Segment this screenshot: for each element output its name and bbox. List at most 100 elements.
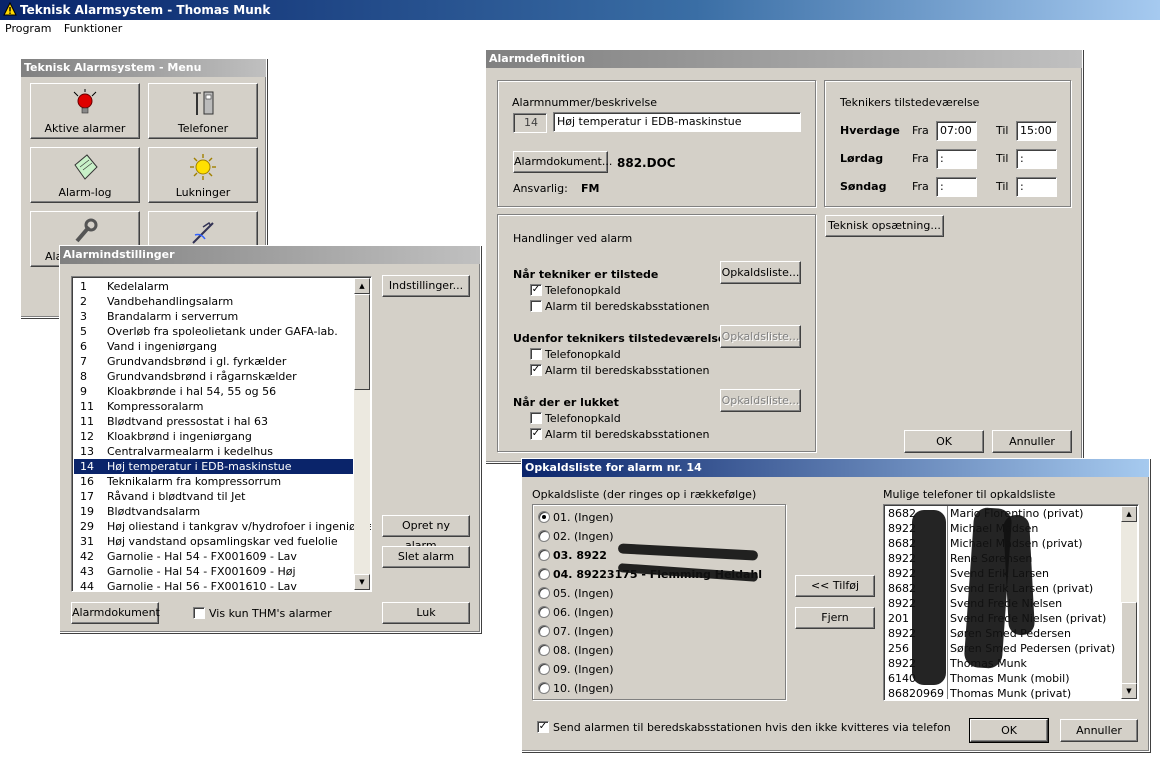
alarm-name: Garnolie - Hal 54 - FX001609 - Høj <box>107 565 296 578</box>
alarm-name: Høj temperatur i EDB-maskinstue <box>107 460 292 473</box>
phones-scrollbar[interactable]: ▲ ▼ <box>1121 506 1137 699</box>
station-alarm-checkbox[interactable] <box>530 300 542 312</box>
call-slot-radio[interactable] <box>538 663 550 675</box>
alarm-list-item[interactable]: 44 Garnolie - Hal 56 - FX001610 - Lav <box>74 579 353 592</box>
call-slot-radio[interactable] <box>538 587 550 599</box>
call-slot-radio[interactable] <box>538 549 550 561</box>
alarm-name: Garnolie - Hal 56 - FX001610 - Lav <box>107 580 297 592</box>
closures-label: Lukninger <box>175 186 231 199</box>
alarm-description-field[interactable]: Høj temperatur i EDB-maskinstue <box>553 112 801 132</box>
definition-ok-button[interactable]: OK <box>904 430 984 453</box>
phone-call-checkbox[interactable] <box>530 412 542 424</box>
call-slot-label: 10. (Ingen) <box>553 682 614 695</box>
scroll-up-icon[interactable]: ▲ <box>354 278 370 294</box>
call-slot-radio[interactable] <box>538 606 550 618</box>
call-list-button[interactable]: Opkaldsliste... <box>720 261 801 284</box>
alarm-list-item[interactable]: 19 Blødtvandsalarm <box>74 504 353 519</box>
alarm-list-item[interactable]: 9 Kloakbrønde i hal 54, 55 og 56 <box>74 384 353 399</box>
alarm-list-item[interactable]: 12 Kloakbrønd i ingeniørgang <box>74 429 353 444</box>
document-filename: 882.DOC <box>617 156 676 170</box>
alarm-document-button[interactable]: Alarmdokument <box>71 602 160 624</box>
alarm-list[interactable]: 1 Kedelalarm 2 Vandbehandlingsalarm 3 Brandal… <box>71 276 372 592</box>
possible-phones-label: Mulige telefoner til opkaldsliste <box>883 488 1056 501</box>
phone-number: 86820969 <box>888 687 944 700</box>
call-list-button[interactable]: Opkaldsliste... <box>720 325 801 348</box>
add-phone-button[interactable]: << Tilføj <box>795 575 875 597</box>
delete-alarm-button[interactable]: Slet alarm <box>382 546 470 568</box>
alarm-list-item[interactable]: 6 Vand i ingeniørgang <box>74 339 353 354</box>
alarm-list-item[interactable]: 14 Høj temperatur i EDB-maskinstue <box>74 459 353 474</box>
from-time-field[interactable]: 07:00 <box>936 121 977 141</box>
close-button[interactable]: Luk <box>382 602 470 624</box>
alarm-list-item[interactable]: 5 Overløb fra spoleolietank under GAFA-la… <box>74 324 353 339</box>
alarm-list-item[interactable]: 11 Blødtvand pressostat i hal 63 <box>74 414 353 429</box>
alarm-list-item[interactable]: 11 Kompressoralarm <box>74 399 353 414</box>
alarm-number: 17 <box>80 490 94 503</box>
alarm-number: 7 <box>80 355 87 368</box>
scroll-down-icon[interactable]: ▼ <box>1121 683 1137 699</box>
alarm-log-button[interactable]: Alarm-log <box>30 147 140 203</box>
alarm-list-item[interactable]: 29 Høj oliestand i tankgrav v/hydrofoer i… <box>74 519 371 534</box>
call-list-ok-button[interactable]: OK <box>969 718 1049 743</box>
call-slot-radio[interactable] <box>538 530 550 542</box>
alarm-list-item[interactable]: 1 Kedelalarm <box>74 279 353 294</box>
app-title: Teknisk Alarmsystem - Thomas Munk <box>20 3 271 17</box>
call-list-cancel-button[interactable]: Annuller <box>1060 719 1138 742</box>
alarm-number: 13 <box>80 445 94 458</box>
menu-funktioner[interactable]: Funktioner <box>64 22 122 35</box>
remove-phone-button[interactable]: Fjern <box>795 607 875 629</box>
to-time-field[interactable]: : <box>1016 149 1057 169</box>
scroll-down-icon[interactable]: ▼ <box>354 574 370 590</box>
redacted-scribble <box>617 543 759 561</box>
tools-icon <box>192 221 214 244</box>
to-time-field[interactable]: : <box>1016 177 1057 197</box>
scroll-thumb[interactable] <box>354 294 370 390</box>
alarm-list-item[interactable]: 43 Garnolie - Hal 54 - FX001609 - Høj <box>74 564 353 579</box>
station-alarm-checkbox[interactable]: ✓ <box>530 364 542 376</box>
alarm-list-item[interactable]: 16 Teknikalarm fra kompressorrum <box>74 474 353 489</box>
call-slot-radio[interactable] <box>538 682 550 694</box>
technical-setup-button[interactable]: Teknisk opsætning... <box>825 215 944 237</box>
scroll-thumb[interactable] <box>1121 602 1137 684</box>
phones-button[interactable]: Telefoner <box>148 83 258 139</box>
call-slot-radio[interactable] <box>538 568 550 580</box>
alarm-list-item[interactable]: 13 Centralvarmealarm i kedelhus <box>74 444 353 459</box>
filter-checkbox[interactable] <box>193 607 205 619</box>
alarm-list-item[interactable]: 17 Råvand i blødtvand til Jet <box>74 489 353 504</box>
alarm-list-item[interactable]: 3 Brandalarm i serverrum <box>74 309 353 324</box>
call-slot-radio[interactable] <box>538 511 550 523</box>
alarm-document-button[interactable]: Alarmdokument... <box>513 151 612 173</box>
send-to-station-checkbox[interactable]: ✓ <box>537 721 549 733</box>
alarm-settings-detail-button[interactable]: Indstillinger... <box>382 275 470 297</box>
to-time-field[interactable]: 15:00 <box>1016 121 1057 141</box>
from-time-field[interactable]: : <box>936 149 977 169</box>
station-alarm-label: Alarm til beredskabsstationen <box>545 428 710 441</box>
alarm-list-item[interactable]: 42 Garnolie - Hal 54 - FX001609 - Lav <box>74 549 353 564</box>
definition-cancel-button[interactable]: Annuller <box>992 430 1072 453</box>
alarm-list-item[interactable]: 31 Høj vandstand opsamlingskar ved fuelol… <box>74 534 353 549</box>
scroll-up-icon[interactable]: ▲ <box>1121 506 1137 522</box>
station-alarm-checkbox[interactable]: ✓ <box>530 428 542 440</box>
from-label: Fra <box>912 180 929 193</box>
alarm-list-item[interactable]: 8 Grundvandsbrønd i rågarnskælder <box>74 369 353 384</box>
alarm-list-item[interactable]: 7 Grundvandsbrønd i gl. fyrkælder <box>74 354 353 369</box>
alarm-list-item[interactable]: 2 Vandbehandlingsalarm <box>74 294 353 309</box>
from-time-field[interactable]: : <box>936 177 977 197</box>
alarm-bulb-icon <box>73 89 97 114</box>
alarm-number: 44 <box>80 580 94 592</box>
call-slot-label: 05. (Ingen) <box>553 587 614 600</box>
phone-list-item[interactable]: 86820969 Thomas Munk (privat) <box>886 686 1120 700</box>
phone-call-checkbox[interactable] <box>530 348 542 360</box>
call-slot-radio[interactable] <box>538 625 550 637</box>
active-alarms-button[interactable]: Aktive alarmer <box>30 83 140 139</box>
alarm-list-scrollbar[interactable]: ▲ ▼ <box>354 278 370 590</box>
alarm-name: Høj oliestand i tankgrav v/hydrofoer i i… <box>107 520 372 533</box>
call-slot-radio[interactable] <box>538 644 550 656</box>
closures-button[interactable]: Lukninger <box>148 147 258 203</box>
call-list-button[interactable]: Opkaldsliste... <box>720 389 801 412</box>
alarm-name: Kloakbrønd i ingeniørgang <box>107 430 252 443</box>
new-alarm-button[interactable]: Opret ny alarm... <box>382 515 470 552</box>
phone-call-checkbox[interactable]: ✓ <box>530 284 542 296</box>
menu-program[interactable]: Program <box>5 22 51 35</box>
possible-phones-list[interactable]: 8682 Mario Florentino (privat) 8922 Michael… <box>883 504 1139 701</box>
